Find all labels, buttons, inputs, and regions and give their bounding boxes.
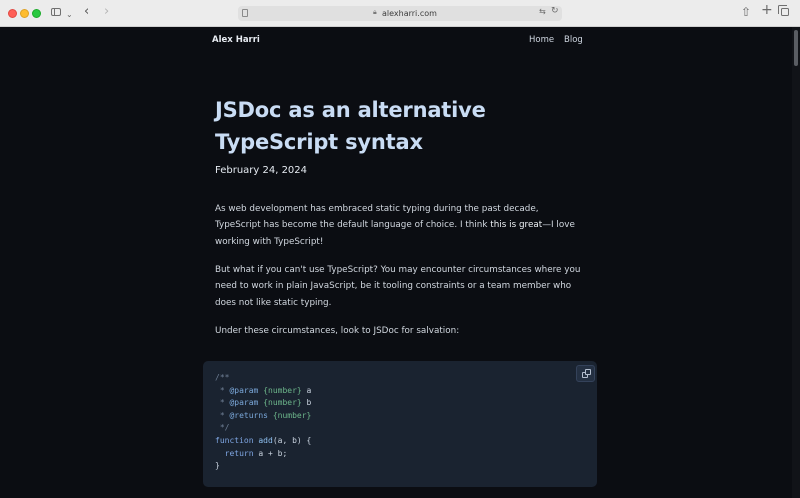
minimize-window-button[interactable] (20, 9, 29, 18)
code-content: /** * @param {number} a * @param {number… (215, 372, 311, 473)
code-line: } (215, 461, 220, 471)
code-line: function add(a, b) { (215, 435, 312, 445)
code-line: * @returns {number} (215, 410, 312, 420)
url-text: alexharri.com (382, 9, 437, 18)
nav-home-link[interactable]: Home (529, 34, 554, 46)
maximize-window-button[interactable] (32, 9, 41, 18)
tab-overview-icon[interactable] (778, 5, 789, 16)
reload-icon[interactable]: ↻ (551, 6, 559, 16)
chevron-down-icon[interactable]: ⌄ (66, 8, 73, 22)
browser-toolbar: ⌄ ‹ › 🔒︎ alexharri.com ⇆ ↻ ⇧ + (0, 0, 800, 27)
site-name-link[interactable]: Alex Harri (212, 34, 260, 46)
close-window-button[interactable] (8, 9, 17, 18)
back-arrow-icon[interactable]: ‹ (84, 5, 89, 19)
paragraph-no-typescript: But what if you can't use TypeScript? Yo… (215, 265, 581, 308)
translate-icon[interactable]: ⇆ (539, 7, 546, 16)
paragraph-intro: As web development has embraced static t… (215, 204, 575, 247)
nav-blog-link[interactable]: Blog (564, 34, 583, 46)
post-title: JSDoc as an alternative TypeScript synta… (215, 98, 486, 154)
new-tab-icon[interactable]: + (761, 3, 773, 17)
share-icon[interactable]: ⇧ (741, 5, 751, 19)
scrollbar-track[interactable] (792, 27, 800, 498)
post-date: February 24, 2024 (215, 165, 308, 176)
sidebar-toggle-icon[interactable] (51, 8, 61, 16)
address-bar[interactable]: 🔒︎ alexharri.com ⇆ ↻ (238, 6, 562, 21)
code-line: return a + b; (224, 448, 288, 458)
forward-arrow-icon[interactable]: › (104, 5, 109, 19)
paragraph-jsdoc-salvation: Under these circumstances, look to JSDoc… (215, 326, 460, 336)
scrollbar-thumb[interactable] (794, 30, 798, 66)
copy-code-button[interactable] (576, 365, 595, 382)
emphasis-text: this is great (490, 220, 543, 231)
page-icon (242, 9, 248, 17)
code-block: /** * @param {number} a * @param {number… (203, 361, 597, 487)
code-line: * @param {number} a (215, 385, 312, 395)
code-line: */ (215, 423, 230, 433)
lock-icon: 🔒︎ (373, 8, 377, 16)
code-line: /** (215, 373, 230, 382)
code-line: * @param {number} b (215, 398, 312, 408)
